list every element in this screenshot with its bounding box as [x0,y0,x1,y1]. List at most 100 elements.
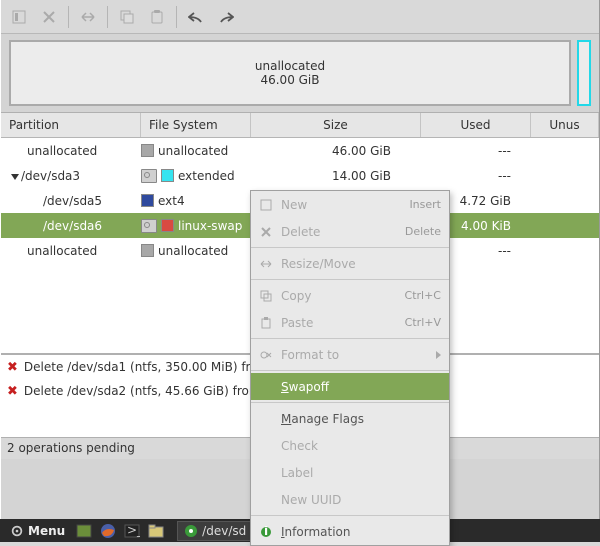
paste-button[interactable] [143,3,171,31]
start-menu-button[interactable]: Menu [4,524,71,538]
resize-icon [259,259,273,269]
show-desktop-icon[interactable] [73,520,95,542]
menu-accel: Insert [409,198,441,211]
fs-label: unallocated [158,144,228,158]
menu-label: New [281,198,401,212]
partition-name: unallocated [27,144,97,158]
size-cell: 46.00 GiB [251,144,421,158]
svg-text:>_: >_ [127,524,140,537]
fs-color-swatch [161,169,174,182]
menu-separator [251,279,449,280]
menu-item-new-uuid: New UUID [251,486,449,513]
selected-partition-sliver[interactable] [577,40,591,106]
partition-name: /dev/sda5 [43,194,102,208]
new-icon [259,199,273,211]
delete-icon [259,227,273,237]
menu-accel: Ctrl+C [405,289,441,302]
resize-button[interactable] [74,3,102,31]
table-header: Partition File System Size Used Unus [1,113,599,138]
menu-item-information[interactable]: i Information [251,518,449,545]
fs-label: linux-swap [178,219,242,233]
col-unused[interactable]: Unus [531,113,599,137]
operation-text: Delete /dev/sda1 (ntfs, 350.00 MiB) fro [24,360,258,374]
apply-button[interactable] [212,3,240,31]
col-size[interactable]: Size [251,113,421,137]
separator [68,6,69,28]
taskbar-task-gparted[interactable]: /dev/sd [177,521,253,541]
menu-accel: Delete [405,225,441,238]
menu-item-swapoff[interactable]: Swapoff [251,373,449,400]
fs-color-swatch [141,194,154,207]
col-used[interactable]: Used [421,113,531,137]
menu-item-format-to: Format to [251,341,449,368]
block-size: 46.00 GiB [260,73,319,87]
copy-icon [259,290,273,302]
delete-icon: ✖ [7,384,18,399]
menu-label: Label [281,466,441,480]
partition-name: /dev/sda3 [21,169,80,183]
menu-label: Delete [281,225,397,239]
partition-name: /dev/sda6 [43,219,102,233]
menu-accel: Ctrl+V [405,316,441,329]
col-partition[interactable]: Partition [1,113,141,137]
separator [107,6,108,28]
menu-label: Swapoff [281,380,441,394]
firefox-icon[interactable] [97,520,119,542]
delete-button[interactable] [35,3,63,31]
task-label: /dev/sd [202,524,246,538]
menu-separator [251,247,449,248]
fs-color-swatch [141,244,154,257]
operation-text: Delete /dev/sda2 (ntfs, 45.66 GiB) fron [24,384,257,398]
menu-label: Information [281,525,441,539]
size-cell: 14.00 GiB [251,169,421,183]
menu-separator [251,402,449,403]
block-label: unallocated [255,59,325,73]
col-filesystem[interactable]: File System [141,113,251,137]
disk-overview: unallocated 46.00 GiB [9,40,591,106]
info-icon: i [259,526,273,538]
context-menu: New Insert Delete Delete Resize/Move Copy Ctrl… [250,190,450,546]
menu-label: Manage Flags [281,412,441,426]
expand-icon[interactable] [11,174,19,180]
table-row[interactable]: unallocated unallocated 46.00 GiB--- [1,138,599,163]
gear-icon [10,524,24,538]
undo-button[interactable] [182,3,210,31]
fs-label: ext4 [158,194,185,208]
copy-button[interactable] [113,3,141,31]
separator [176,6,177,28]
menu-item-new: New Insert [251,191,449,218]
terminal-icon[interactable]: >_ [121,520,143,542]
fs-color-swatch [141,144,154,157]
fs-label: extended [178,169,235,183]
menu-label: Check [281,439,441,453]
menu-label: Copy [281,289,397,303]
disk-icon [141,169,157,183]
menu-item-manage-flags[interactable]: Manage Flags [251,405,449,432]
unallocated-block[interactable]: unallocated 46.00 GiB [9,40,571,106]
fs-label: unallocated [158,244,228,258]
menu-item-label: Label [251,459,449,486]
menu-label: New UUID [281,493,441,507]
toolbar [1,0,599,34]
format-icon [259,349,273,361]
delete-icon: ✖ [7,360,18,375]
svg-text:i: i [264,526,268,538]
menu-item-check: Check [251,432,449,459]
menu-item-copy: Copy Ctrl+C [251,282,449,309]
new-partition-button[interactable] [5,3,33,31]
used-cell: --- [421,169,531,183]
partition-name: unallocated [27,244,97,258]
paste-icon [259,317,273,329]
submenu-arrow-icon [436,351,441,359]
menu-item-delete: Delete Delete [251,218,449,245]
menu-separator [251,338,449,339]
menu-separator [251,515,449,516]
used-cell: --- [421,144,531,158]
table-row[interactable]: /dev/sda3 extended 14.00 GiB--- [1,163,599,188]
menu-label: Resize/Move [281,257,441,271]
menu-separator [251,370,449,371]
menu-label: Menu [28,524,65,538]
disk-icon [141,219,157,233]
files-icon[interactable] [145,520,167,542]
menu-item-resize-move: Resize/Move [251,250,449,277]
